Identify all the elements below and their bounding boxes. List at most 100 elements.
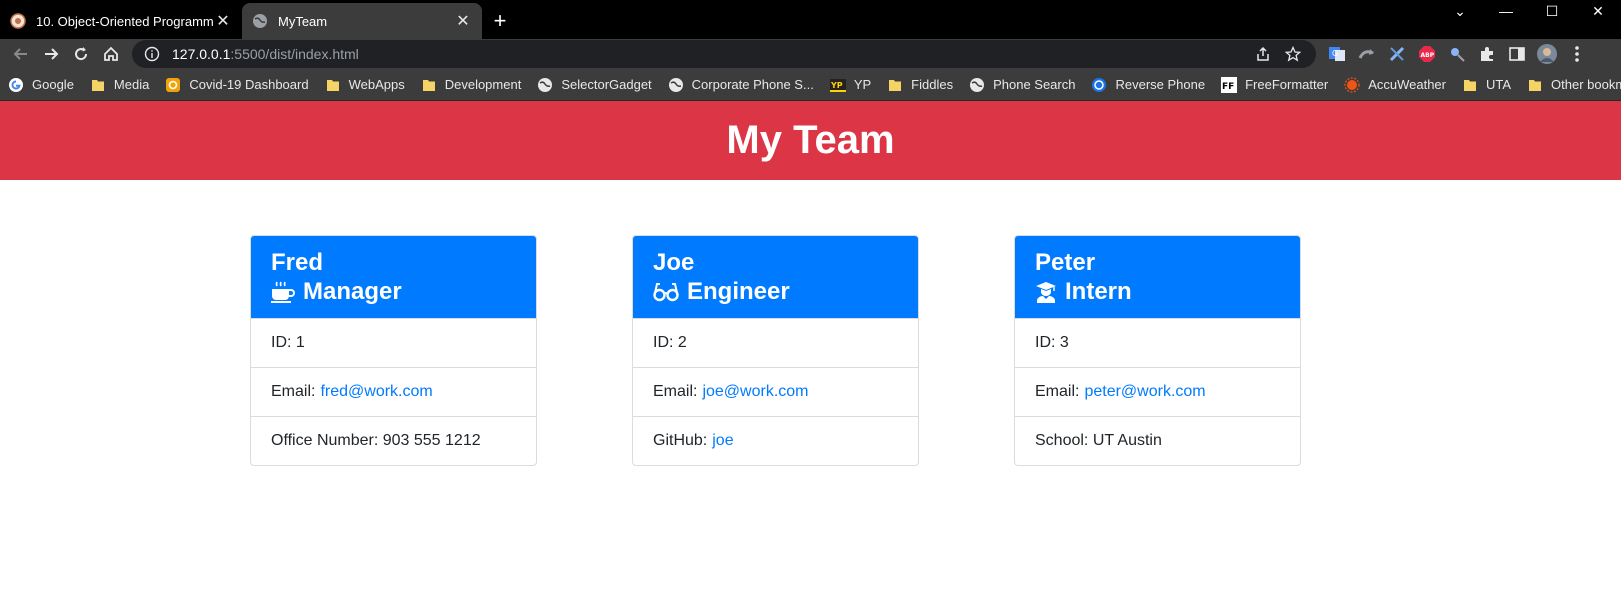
share-icon[interactable] <box>1252 43 1274 65</box>
tab-title: 10. Object-Oriented Programmin <box>36 13 214 29</box>
card-header: Fred Manager <box>251 236 536 318</box>
folder-icon <box>325 77 341 93</box>
sidepanel-icon[interactable] <box>1505 42 1529 66</box>
bookmark-fiddles[interactable]: Fiddles <box>887 77 953 93</box>
bookmark-media[interactable]: Media <box>90 77 149 93</box>
tab-myteam[interactable]: MyTeam ✕ <box>242 3 482 39</box>
github-label: GitHub: <box>653 432 708 449</box>
bookmark-label: Corporate Phone S... <box>691 77 814 92</box>
url-path: :5500/dist/index.html <box>230 46 359 62</box>
close-icon[interactable]: ✕ <box>454 11 472 31</box>
bookmark-label: Development <box>444 77 522 92</box>
tab-title: MyTeam <box>278 13 328 29</box>
id-row: ID: 3 <box>1015 318 1300 367</box>
bookmark-freeformatter[interactable]: FF FreeFormatter <box>1221 76 1329 93</box>
accuweather-icon <box>1344 76 1360 93</box>
svg-text:G: G <box>1332 49 1338 58</box>
avatar[interactable] <box>1535 42 1559 66</box>
team-cards: Fred Manager ID: 1 Email: fred@work.com … <box>0 180 1621 466</box>
employee-card-manager: Fred Manager ID: 1 Email: fred@work.com … <box>250 235 537 466</box>
glasses-icon <box>653 282 679 301</box>
redirect-icon[interactable] <box>1355 42 1379 66</box>
tab-course[interactable]: 10. Object-Oriented Programmin ✕ <box>0 3 242 39</box>
card-header: Joe Engineer <box>633 236 918 318</box>
back-icon[interactable] <box>6 40 36 68</box>
role-label: Manager <box>303 278 402 305</box>
bookmark-reverse-phone[interactable]: Reverse Phone <box>1091 77 1205 93</box>
close-window-icon[interactable]: ✕ <box>1575 0 1621 22</box>
school-text: School: UT Austin <box>1035 432 1162 449</box>
close-icon[interactable]: ✕ <box>214 11 232 31</box>
github-row: GitHub: joe <box>633 416 918 465</box>
id-text: ID: 1 <box>271 334 305 351</box>
info-icon[interactable] <box>144 46 160 62</box>
address-bar[interactable]: 127.0.0.1:5500/dist/index.html <box>132 40 1316 68</box>
svg-text:ABP: ABP <box>1421 52 1435 59</box>
email-link[interactable]: fred@work.com <box>320 383 432 401</box>
email-link[interactable]: peter@work.com <box>1084 383 1205 401</box>
globe-icon <box>253 14 267 28</box>
bookmark-corporate-phone[interactable]: Corporate Phone S... <box>668 77 814 93</box>
bookmark-label: Phone Search <box>993 77 1076 92</box>
bookmark-label: FreeFormatter <box>1245 77 1329 92</box>
card-header: Peter Intern <box>1015 236 1300 318</box>
email-row: Email: fred@work.com <box>251 367 536 416</box>
minimize-icon[interactable]: — <box>1483 0 1529 22</box>
school-row: School: UT Austin <box>1015 416 1300 465</box>
yp-icon: YP <box>829 77 846 93</box>
reload-icon[interactable] <box>66 40 96 68</box>
forward-icon[interactable] <box>36 40 66 68</box>
svg-text:YP: YP <box>830 81 843 90</box>
maximize-icon[interactable]: ☐ <box>1529 0 1575 22</box>
role-label: Engineer <box>687 278 790 305</box>
bookmark-webapps[interactable]: WebApps <box>325 77 405 93</box>
translate-icon[interactable]: G <box>1325 42 1349 66</box>
employee-card-engineer: Joe Engineer ID: 2 Email: joe@work.com G… <box>632 235 919 466</box>
bookmark-phone-search[interactable]: Phone Search <box>969 77 1075 93</box>
bookmark-label: WebApps <box>348 77 405 92</box>
home-icon[interactable] <box>96 40 126 68</box>
bookmark-covid[interactable]: Covid-19 Dashboard <box>165 77 309 93</box>
bookmark-uta[interactable]: UTA <box>1462 77 1511 93</box>
bookmark-label: Covid-19 Dashboard <box>189 77 309 92</box>
bookmark-label: UTA <box>1485 77 1512 92</box>
folder-icon <box>421 77 437 93</box>
google-icon <box>8 77 24 93</box>
bookmark-accuweather[interactable]: AccuWeather <box>1344 76 1446 93</box>
github-link[interactable]: joe <box>712 432 733 450</box>
bookmarks-bar: Google Media Covid-19 Dashboard WebApps … <box>0 69 1621 101</box>
employee-name: Fred <box>271 249 324 276</box>
id-row: ID: 1 <box>251 318 536 367</box>
extensions-area: G ABP <box>1322 42 1592 66</box>
puzzle-icon[interactable] <box>1475 42 1499 66</box>
email-row: Email: joe@work.com <box>633 367 918 416</box>
star-icon[interactable] <box>1282 43 1304 65</box>
new-tab-button[interactable]: + <box>482 3 518 39</box>
globe-icon <box>537 77 553 93</box>
email-link[interactable]: joe@work.com <box>702 383 808 401</box>
svg-text:FF: FF <box>1222 82 1234 92</box>
bookmark-google[interactable]: Google <box>8 77 74 93</box>
menu-icon[interactable] <box>1565 42 1589 66</box>
folder-icon <box>1462 77 1478 93</box>
bookmark-label: Fiddles <box>911 77 954 92</box>
employee-card-intern: Peter Intern ID: 3 Email: peter@work.com… <box>1014 235 1301 466</box>
dev-tool-icon[interactable] <box>1385 42 1409 66</box>
globe-icon <box>969 77 985 93</box>
bookmark-development[interactable]: Development <box>421 77 522 93</box>
email-label: Email: <box>653 383 698 400</box>
other-bookmarks[interactable]: Other bookmarks <box>1527 77 1621 93</box>
bookmark-label: YP <box>853 77 872 92</box>
adblock-icon[interactable]: ABP <box>1415 42 1439 66</box>
employee-role: Manager <box>271 277 516 306</box>
office-number-text: Office Number: 903 555 1212 <box>271 432 481 449</box>
bookmark-yp[interactable]: YP YP <box>829 77 872 93</box>
id-text: ID: 2 <box>653 334 687 351</box>
selector-icon[interactable] <box>1445 42 1469 66</box>
tab-search-icon[interactable]: ⌄ <box>1437 0 1483 22</box>
role-label: Intern <box>1065 278 1132 305</box>
page-title: My Team <box>726 118 895 162</box>
bookmark-selectorgadget[interactable]: SelectorGadget <box>537 77 652 93</box>
employee-name: Peter <box>1035 249 1096 276</box>
id-text: ID: 3 <box>1035 334 1069 351</box>
